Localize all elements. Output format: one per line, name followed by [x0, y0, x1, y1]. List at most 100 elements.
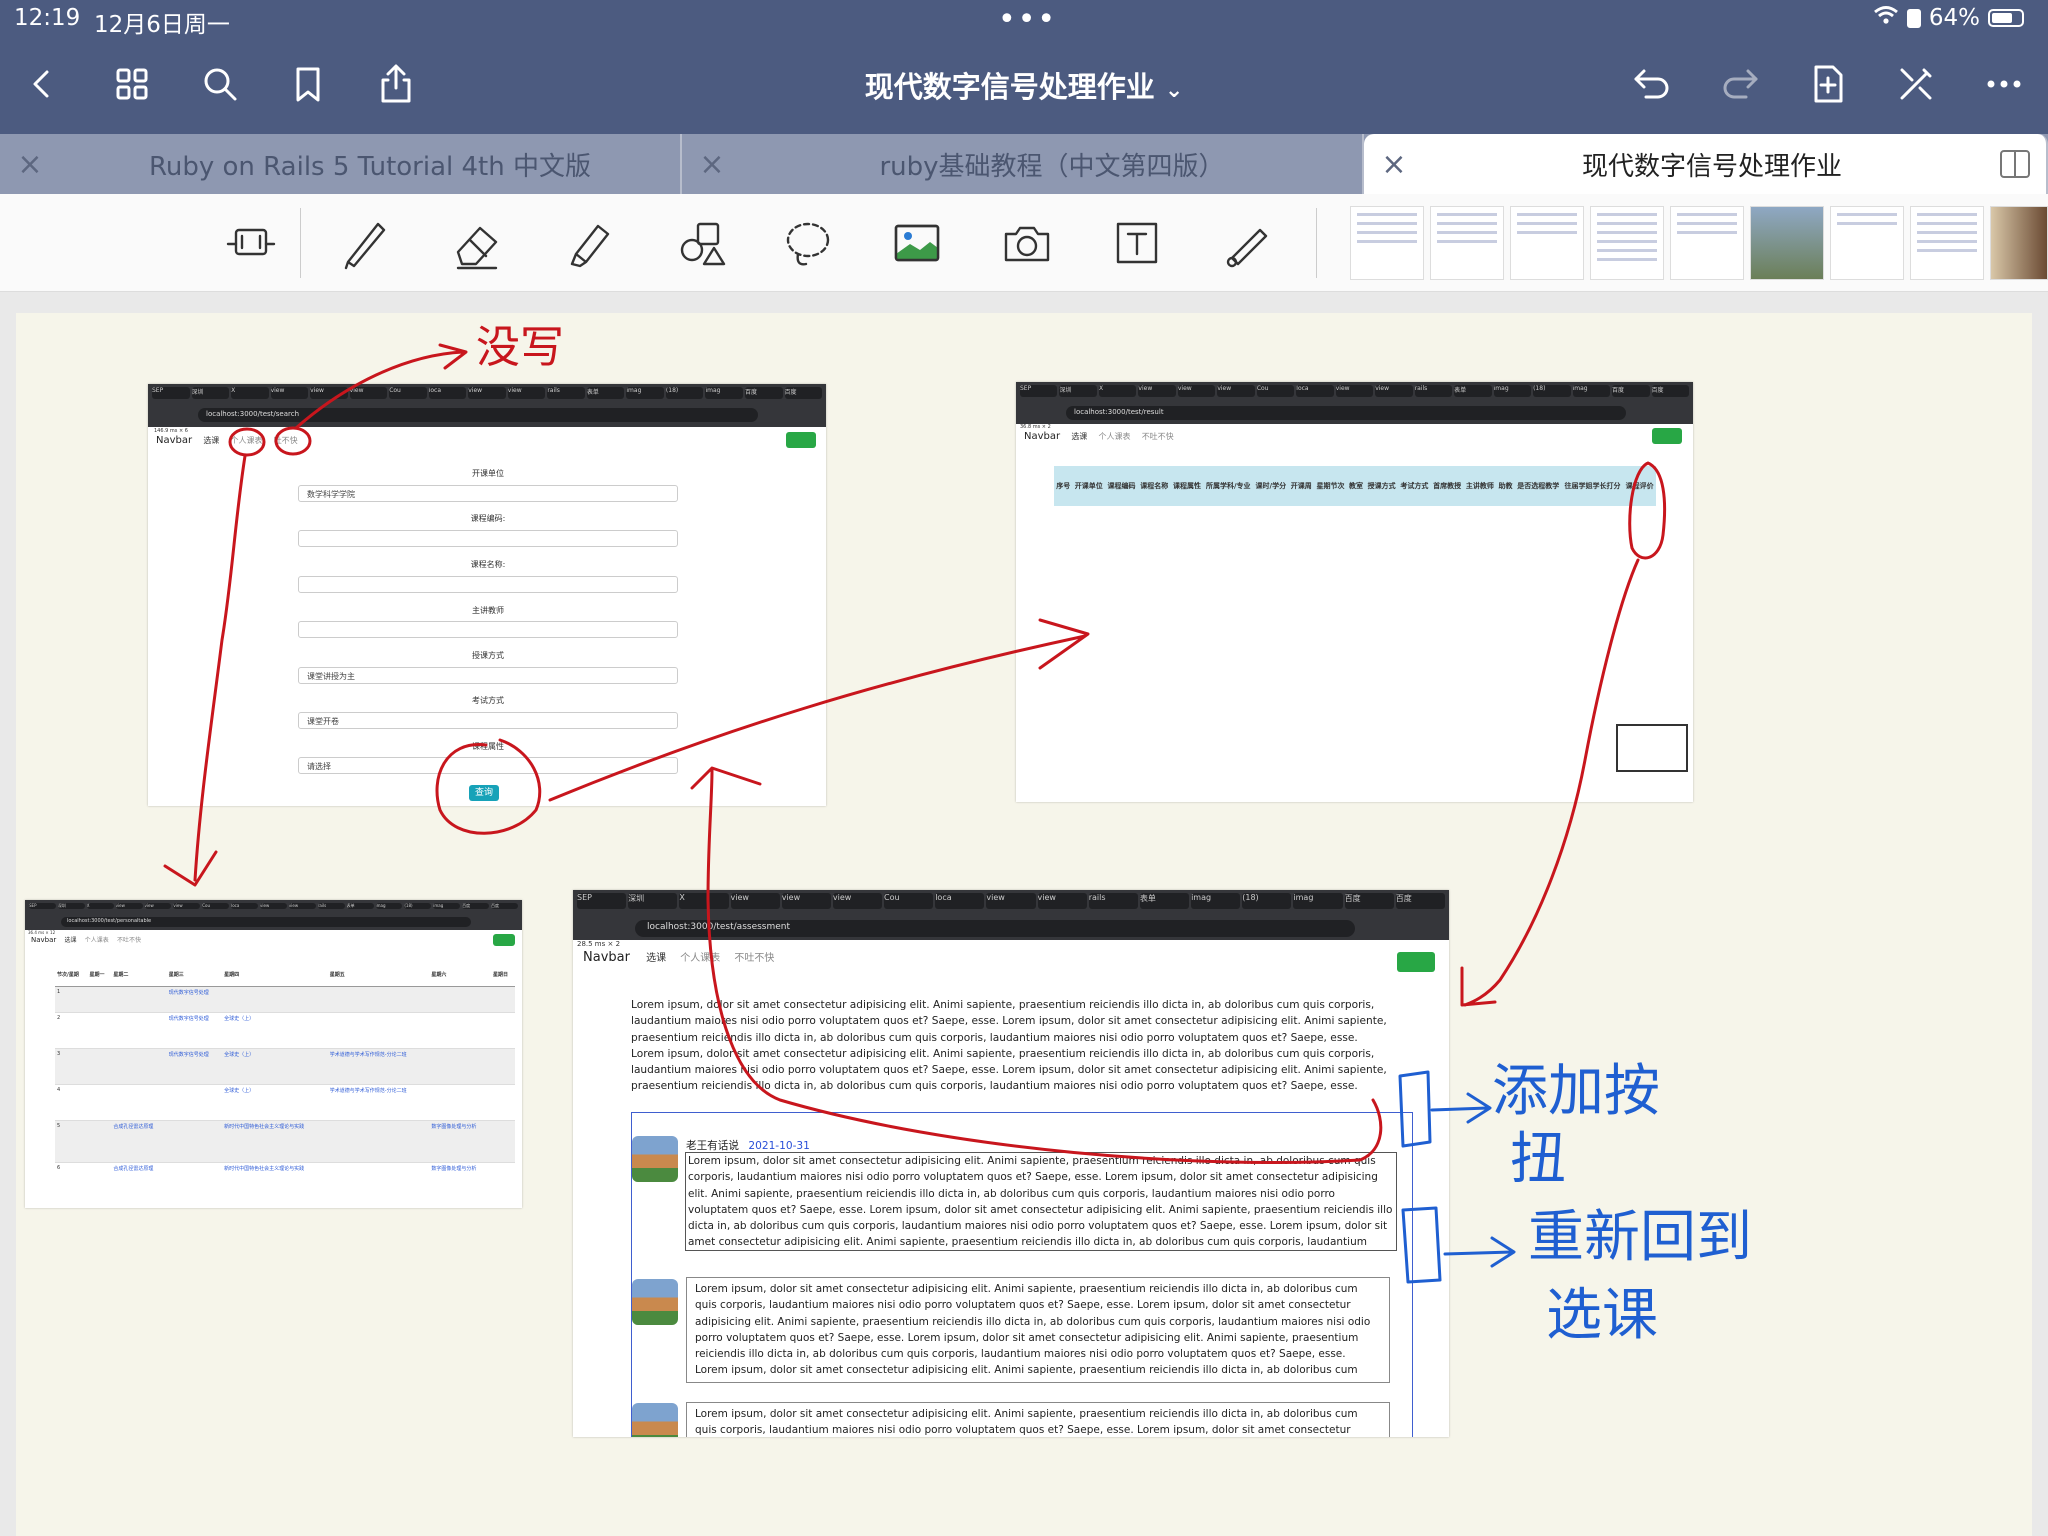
grid-icon[interactable]: [108, 60, 156, 108]
address-bar[interactable]: localhost:3000/test/assessment: [635, 920, 1355, 937]
table-header-cell: 节次/星期: [55, 964, 88, 987]
address-bar[interactable]: localhost:3000/test/result: [1066, 406, 1626, 420]
page-thumbnail[interactable]: [1430, 206, 1504, 280]
tab-dsp-homework[interactable]: × 现代数字信号处理作业: [1364, 134, 2048, 194]
table-cell[interactable]: 新时代中国特色社会主义理论与实践: [222, 1119, 328, 1162]
redo-icon[interactable]: [1716, 60, 1764, 108]
comment-body: Lorem ipsum, dolor sit amet consectetur …: [686, 1277, 1390, 1383]
table-cell[interactable]: 现代数字信号处理: [166, 1011, 223, 1048]
page-thumbnail[interactable]: [1990, 206, 2048, 280]
shapes-icon[interactable]: [668, 210, 734, 276]
text-tool-icon[interactable]: [1104, 210, 1170, 276]
nav-link[interactable]: 选课: [646, 953, 666, 964]
nav-link[interactable]: 个人课表: [231, 436, 263, 445]
user-menu-button[interactable]: [1397, 952, 1435, 972]
user-menu-button[interactable]: [1652, 428, 1682, 444]
nav-link[interactable]: 选课: [203, 436, 219, 445]
nav-link[interactable]: 不吐不快: [1142, 432, 1174, 441]
address-bar[interactable]: localhost:3000/test/search: [198, 408, 758, 422]
teacher-input[interactable]: [298, 621, 678, 638]
nav-link[interactable]: 不吐不快: [734, 953, 774, 964]
table-cell[interactable]: 学术道德与学术写作规范-分论二班: [327, 1047, 430, 1084]
page-thumbnail[interactable]: [1750, 206, 1824, 280]
page-thumbnail[interactable]: [1590, 206, 1664, 280]
close-icon[interactable]: ×: [0, 147, 60, 182]
table-header-cell: 星期六: [429, 964, 492, 987]
split-view-icon[interactable]: [2000, 150, 2030, 178]
table-cell[interactable]: 合成孔径雷达原理: [111, 1161, 167, 1204]
table-cell[interactable]: 现代数字信号处理: [166, 1047, 223, 1084]
camera-icon[interactable]: [994, 210, 1060, 276]
eraser-icon[interactable]: [444, 210, 510, 276]
nav-link[interactable]: 吐不快: [274, 436, 298, 445]
close-icon[interactable]: ×: [1364, 147, 1424, 182]
undo-icon[interactable]: [1628, 60, 1676, 108]
address-bar[interactable]: localhost:3000/test/personaltable: [61, 917, 471, 927]
table-cell[interactable]: 全球史（上）: [222, 1047, 328, 1084]
table-cell[interactable]: 全球史（上）: [222, 1083, 328, 1120]
table-cell[interactable]: 数字图像处理与分析: [429, 1161, 492, 1204]
navbar-brand[interactable]: Navbar: [156, 435, 192, 446]
nav-link[interactable]: 选课: [65, 937, 77, 944]
page-thumbnail[interactable]: [1510, 206, 1584, 280]
college-select[interactable]: 数学科学学院: [298, 485, 678, 502]
course-name-input[interactable]: [298, 576, 678, 593]
nav-link[interactable]: 选课: [1071, 432, 1087, 441]
lasso-ocr-icon[interactable]: [218, 210, 284, 276]
tab-ruby-basics[interactable]: × ruby基础教程（中文第四版）: [682, 134, 1364, 194]
table-cell[interactable]: 新时代中国特色社会主义理论与实践: [222, 1161, 328, 1204]
avatar: [632, 1403, 678, 1437]
navbar-brand[interactable]: Navbar: [31, 936, 56, 944]
table-cell: [111, 1047, 167, 1084]
teaching-mode-select[interactable]: 课堂讲授为主: [298, 667, 678, 684]
table-header-cell: 授课方式: [1367, 482, 1396, 490]
minimized-window-thumbnail[interactable]: [1616, 724, 1688, 772]
more-icon[interactable]: [1980, 60, 2028, 108]
multitask-dots-icon[interactable]: •••: [998, 2, 1057, 37]
pen-tools-icon[interactable]: [1892, 60, 1940, 108]
chevron-down-icon[interactable]: ⌄: [1165, 78, 1183, 103]
exam-mode-select[interactable]: 课堂开卷: [298, 712, 678, 729]
wifi-icon: [1873, 5, 1899, 31]
pen-icon[interactable]: [332, 210, 398, 276]
tab-rails-tutorial[interactable]: × Ruby on Rails 5 Tutorial 4th 中文版: [0, 134, 682, 194]
table-cell[interactable]: 全球史（上）: [222, 1011, 328, 1048]
table-cell[interactable]: 学术道德与学术写作规范-分论二班: [327, 1083, 430, 1120]
table-cell: 2: [55, 1011, 88, 1048]
comment-body: Lorem ipsum, dolor sit amet consectetur …: [686, 1402, 1390, 1437]
page-thumbnail[interactable]: [1910, 206, 1984, 280]
course-code-input[interactable]: [298, 530, 678, 547]
intro-text: Lorem ipsum, dolor sit amet consectetur …: [631, 999, 1387, 1093]
laser-pointer-icon[interactable]: [1214, 210, 1280, 276]
page-thumbnail[interactable]: [1350, 206, 1424, 280]
table-cell[interactable]: 现代数字信号处理: [166, 985, 223, 1012]
page-thumbnail[interactable]: [1670, 206, 1744, 280]
site-navbar: Navbar 选课 个人课表 吐不快: [156, 435, 298, 446]
table-cell[interactable]: 数字图像处理与分析: [429, 1119, 492, 1162]
add-page-icon[interactable]: [1804, 60, 1852, 108]
document-title[interactable]: 现代数字信号处理作业: [865, 70, 1155, 104]
close-icon[interactable]: ×: [682, 147, 742, 182]
nav-link[interactable]: 个人课表: [85, 937, 109, 944]
navbar-brand[interactable]: Navbar: [1024, 431, 1060, 442]
user-menu-button[interactable]: [786, 432, 816, 448]
bookmark-icon[interactable]: [284, 60, 332, 108]
table-header-cell: 星期节次: [1316, 482, 1345, 490]
table-cell[interactable]: 合成孔径雷达原理: [111, 1119, 167, 1162]
page-thumbnail[interactable]: [1830, 206, 1904, 280]
course-attribute-select[interactable]: 请选择: [298, 757, 678, 774]
query-button[interactable]: 查询: [469, 785, 499, 801]
nav-link[interactable]: 个人课表: [680, 953, 720, 964]
nav-link[interactable]: 个人课表: [1099, 432, 1131, 441]
user-menu-button[interactable]: [493, 934, 515, 946]
search-icon[interactable]: [196, 60, 244, 108]
navbar-brand[interactable]: Navbar: [583, 950, 630, 965]
back-icon[interactable]: [18, 60, 66, 108]
lasso-icon[interactable]: [774, 210, 840, 276]
perf-label: 36.8 ms × 2: [1020, 424, 1051, 430]
table-header-cell: 星期五: [327, 964, 430, 987]
nav-link[interactable]: 不吐不快: [117, 937, 141, 944]
image-icon[interactable]: [884, 210, 950, 276]
share-icon[interactable]: [372, 60, 420, 108]
highlighter-icon[interactable]: [556, 210, 622, 276]
